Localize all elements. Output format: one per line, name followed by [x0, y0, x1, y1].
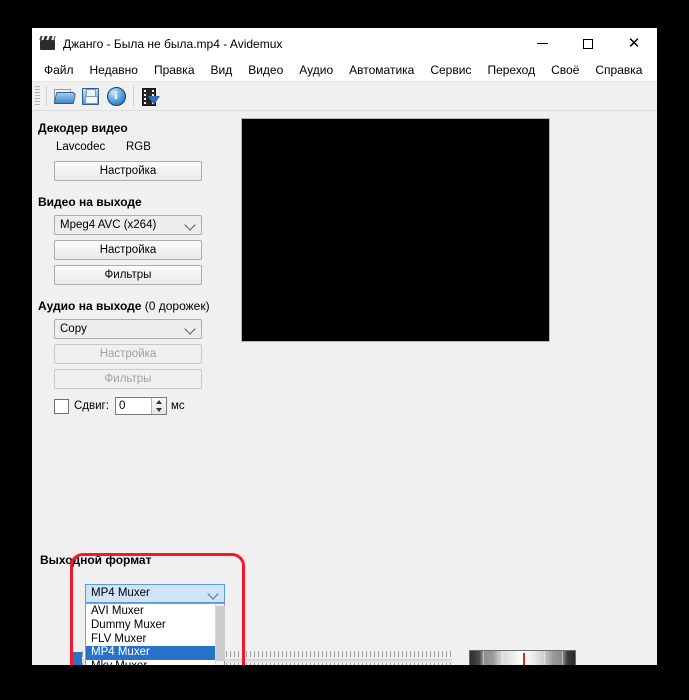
decoder-colorspace: RGB — [126, 141, 151, 153]
audio-codec-value: Copy — [60, 323, 87, 335]
video-config-button[interactable]: Настройка — [54, 240, 202, 260]
info-button[interactable]: i — [103, 84, 129, 108]
menu-item-custom[interactable]: Своё — [543, 60, 587, 80]
toolbar-separator-2 — [133, 86, 134, 106]
chevron-up-icon — [155, 400, 162, 404]
menu-item-tools[interactable]: Сервис — [422, 60, 479, 80]
timeline-handle[interactable] — [72, 652, 82, 665]
dropdown-option-dummy[interactable]: Dummy Muxer — [86, 619, 224, 633]
maximize-button[interactable] — [565, 28, 611, 59]
audio-output-heading: Аудио на выходе (0 дорожек) — [38, 299, 218, 313]
menu-item-help[interactable]: Справка — [587, 60, 650, 80]
filters-icon — [142, 87, 160, 106]
dropdown-scrollbar-thumb[interactable] — [216, 606, 225, 661]
close-button[interactable]: ✕ — [611, 28, 657, 59]
stepper-arrows[interactable] — [150, 398, 166, 414]
title-bar: Джанго - Была не была.mp4 - Avidemux ✕ — [32, 28, 657, 59]
menu-item-audio[interactable]: Аудио — [291, 60, 341, 80]
toolbar-grip[interactable] — [35, 86, 40, 106]
video-codec-value: Mpeg4 AVC (x264) — [60, 219, 157, 231]
video-preview[interactable] — [241, 118, 550, 342]
dropdown-scrollbar[interactable] — [215, 604, 225, 665]
open-file-button[interactable] — [51, 84, 77, 108]
audio-track-count: (0 дорожек) — [141, 299, 210, 313]
save-file-button[interactable] — [77, 84, 103, 108]
audio-shift-value: 0 — [118, 400, 126, 412]
menu-item-video[interactable]: Видео — [240, 60, 291, 80]
chevron-down-icon — [155, 408, 162, 412]
output-format-value: MP4 Muxer — [91, 587, 150, 599]
close-icon: ✕ — [627, 35, 641, 52]
menu-item-edit[interactable]: Правка — [146, 60, 203, 80]
navigation-strip[interactable] — [469, 650, 576, 665]
output-format-dropdown: AVI Muxer Dummy Muxer FLV Muxer MP4 Muxe… — [85, 603, 225, 665]
chevron-down-icon — [184, 323, 196, 335]
window-controls: ✕ — [519, 28, 657, 59]
minimize-button[interactable] — [519, 28, 565, 59]
decoder-codec-name: Lavcodec — [56, 141, 106, 153]
audio-shift-label: Сдвиг: — [74, 400, 109, 412]
audio-filters-button[interactable]: Фильтры — [54, 369, 202, 389]
dropdown-option-mkv[interactable]: Mkv Muxer — [86, 660, 224, 665]
decoder-config-button[interactable]: Настройка — [54, 161, 202, 181]
menu-item-view[interactable]: Вид — [203, 60, 241, 80]
decoder-heading: Декодер видео — [38, 121, 128, 135]
video-output-heading: Видео на выходе — [38, 195, 142, 209]
menu-bar: Файл Недавно Правка Вид Видео Аудио Авто… — [32, 59, 657, 82]
info-icon: i — [106, 86, 126, 106]
audio-shift-unit: мс — [170, 400, 185, 412]
menu-item-file[interactable]: Файл — [36, 60, 82, 80]
audio-codec-select[interactable]: Copy — [54, 319, 202, 339]
menu-item-auto[interactable]: Автоматика — [341, 60, 422, 80]
maximize-icon — [583, 38, 593, 49]
minimize-icon — [536, 43, 548, 44]
output-format-group: Выходной формат — [38, 553, 218, 573]
save-file-icon — [81, 87, 99, 105]
toolbar-separator — [46, 86, 47, 106]
audio-output-heading-text: Аудио на выходе — [38, 299, 142, 313]
menu-item-recent[interactable]: Недавно — [82, 60, 146, 80]
clapperboard-icon — [40, 36, 56, 52]
audio-shift-row: Сдвиг: 0 мс — [54, 397, 218, 415]
menu-item-goto[interactable]: Переход — [479, 60, 543, 80]
audio-shift-stepper[interactable]: 0 — [114, 397, 167, 415]
window-title: Джанго - Была не была.mp4 - Avidemux — [63, 36, 283, 51]
left-panel: Декодер видео Lavcodec RGB Настройка Вид… — [32, 111, 218, 415]
toolbar: i — [32, 82, 657, 111]
output-format-select[interactable]: MP4 Muxer — [85, 584, 225, 603]
chevron-down-icon — [207, 588, 219, 600]
avidemux-window: Джанго - Была не была.mp4 - Avidemux ✕ Ф… — [32, 28, 657, 665]
decoder-info: Lavcodec RGB — [56, 141, 218, 153]
main-body: Декодер видео Lavcodec RGB Настройка Вид… — [32, 111, 657, 665]
playhead-marker-icon — [522, 653, 525, 665]
video-codec-select[interactable]: Mpeg4 AVC (x264) — [54, 215, 202, 235]
dropdown-option-avi[interactable]: AVI Muxer — [86, 605, 224, 619]
dropdown-option-flv[interactable]: FLV Muxer — [86, 633, 224, 647]
filters-button[interactable] — [138, 84, 164, 108]
audio-shift-checkbox[interactable] — [54, 398, 69, 414]
chevron-down-icon — [184, 219, 196, 231]
video-filters-button[interactable]: Фильтры — [54, 265, 202, 285]
dropdown-option-mp4[interactable]: MP4 Muxer — [86, 646, 224, 661]
output-format-heading: Выходной формат — [40, 553, 152, 567]
open-file-icon — [53, 88, 77, 104]
audio-config-button[interactable]: Настройка — [54, 344, 202, 364]
